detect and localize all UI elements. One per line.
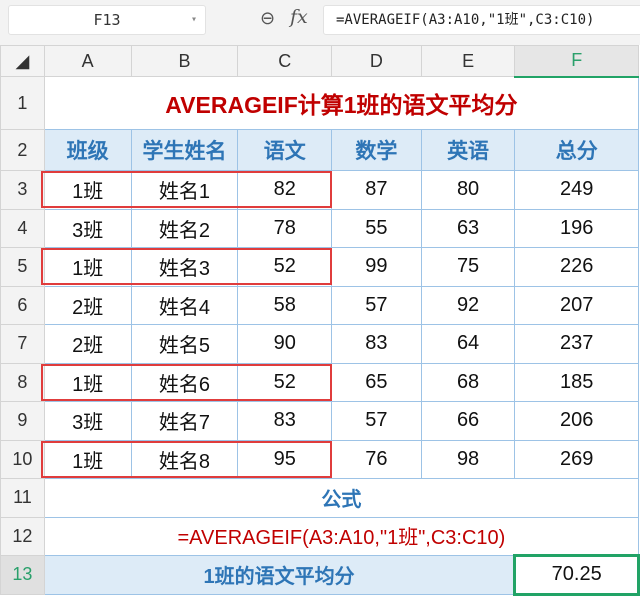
data-cell[interactable]: 57 [332,402,422,441]
data-cell[interactable]: 92 [421,286,515,325]
data-cell[interactable]: 姓名7 [131,402,238,441]
data-cell[interactable]: 80 [421,171,515,210]
data-cell[interactable]: 78 [238,209,332,248]
highlight-box [41,248,332,285]
data-cell[interactable]: 185 [515,363,639,402]
data-cell[interactable]: 66 [421,402,515,441]
highlight-box [41,171,332,208]
column-header-F[interactable]: F [515,46,639,77]
data-cell[interactable]: 55 [332,209,422,248]
formula-label-cell[interactable]: 公式 [44,479,638,518]
row-header-1[interactable]: 1 [1,77,45,130]
column-header-row: ◢ABCDEF [1,46,639,77]
zoom-icon[interactable]: ⊖ [260,8,275,29]
data-cell[interactable]: 196 [515,209,639,248]
data-cell[interactable]: 姓名2 [131,209,238,248]
table-row: 1AVERAGEIF计算1班的语文平均分 [1,77,639,130]
header-cell[interactable]: 英语 [421,130,515,171]
chevron-down-icon[interactable]: ▾ [191,6,197,34]
column-header-E[interactable]: E [421,46,515,77]
column-header-C[interactable]: C [238,46,332,77]
data-cell[interactable]: 206 [515,402,639,441]
row-header-13[interactable]: 13 [1,556,45,595]
data-cell[interactable]: 269 [515,440,639,479]
data-cell[interactable]: 3班 [44,402,131,441]
data-cell[interactable]: 207 [515,286,639,325]
data-cell[interactable]: 68 [421,363,515,402]
column-header-A[interactable]: A [44,46,131,77]
data-cell[interactable]: 75 [421,248,515,287]
column-header-D[interactable]: D [332,46,422,77]
row-header-3[interactable]: 3 [1,171,45,210]
data-cell[interactable]: 83 [238,402,332,441]
row-header-9[interactable]: 9 [1,402,45,441]
table-row: 11公式 [1,479,639,518]
table-row: 62班姓名4585792207 [1,286,639,325]
cell-reference: F13 [93,11,120,29]
data-cell[interactable]: 姓名4 [131,286,238,325]
row-header-2[interactable]: 2 [1,130,45,171]
result-value-cell[interactable]: 70.25 [515,556,639,595]
table-row: 2班级学生姓名语文数学英语总分 [1,130,639,171]
data-cell[interactable]: 98 [421,440,515,479]
data-cell[interactable]: 76 [332,440,422,479]
header-cell[interactable]: 总分 [515,130,639,171]
data-cell[interactable]: 237 [515,325,639,364]
row-header-6[interactable]: 6 [1,286,45,325]
select-all-corner[interactable]: ◢ [1,46,45,77]
row-header-10[interactable]: 10 [1,440,45,479]
highlight-box [41,441,332,478]
name-box[interactable]: F13 ▾ [8,5,206,35]
data-cell[interactable]: 57 [332,286,422,325]
data-cell[interactable]: 2班 [44,286,131,325]
data-cell[interactable]: 64 [421,325,515,364]
data-cell[interactable]: 3班 [44,209,131,248]
table-row: 12=AVERAGEIF(A3:A10,"1班",C3:C10) [1,517,639,556]
table-row: 93班姓名7835766206 [1,402,639,441]
highlight-box [41,364,332,401]
spreadsheet-grid: ◢ABCDEF1AVERAGEIF计算1班的语文平均分2班级学生姓名语文数学英语… [0,45,640,596]
header-cell[interactable]: 数学 [332,130,422,171]
data-cell[interactable]: 249 [515,171,639,210]
data-cell[interactable]: 2班 [44,325,131,364]
header-cell[interactable]: 班级 [44,130,131,171]
row-header-12[interactable]: 12 [1,517,45,556]
formula-input[interactable]: =AVERAGEIF(A3:A10,"1班",C3:C10) [323,5,640,35]
data-cell[interactable]: 226 [515,248,639,287]
result-label-cell[interactable]: 1班的语文平均分 [44,556,515,595]
data-cell[interactable]: 99 [332,248,422,287]
data-cell[interactable]: 65 [332,363,422,402]
table-row: 131班的语文平均分70.25 [1,556,639,595]
data-cell[interactable]: 63 [421,209,515,248]
row-header-4[interactable]: 4 [1,209,45,248]
data-cell[interactable]: 58 [238,286,332,325]
data-cell[interactable]: 87 [332,171,422,210]
data-cell[interactable]: 姓名5 [131,325,238,364]
data-cell[interactable]: 90 [238,325,332,364]
formula-bar: F13 ▾ ⊖ fx =AVERAGEIF(A3:A10,"1班",C3:C10) [0,0,640,45]
row-header-8[interactable]: 8 [1,363,45,402]
row-header-5[interactable]: 5 [1,248,45,287]
row-header-7[interactable]: 7 [1,325,45,364]
fx-icon[interactable]: fx [290,6,308,28]
formula-text-cell[interactable]: =AVERAGEIF(A3:A10,"1班",C3:C10) [44,517,638,556]
column-header-B[interactable]: B [131,46,238,77]
header-cell[interactable]: 语文 [238,130,332,171]
title-cell[interactable]: AVERAGEIF计算1班的语文平均分 [44,77,638,130]
table-row: 72班姓名5908364237 [1,325,639,364]
header-cell[interactable]: 学生姓名 [131,130,238,171]
table-row: 43班姓名2785563196 [1,209,639,248]
data-cell[interactable]: 83 [332,325,422,364]
row-header-11[interactable]: 11 [1,479,45,518]
